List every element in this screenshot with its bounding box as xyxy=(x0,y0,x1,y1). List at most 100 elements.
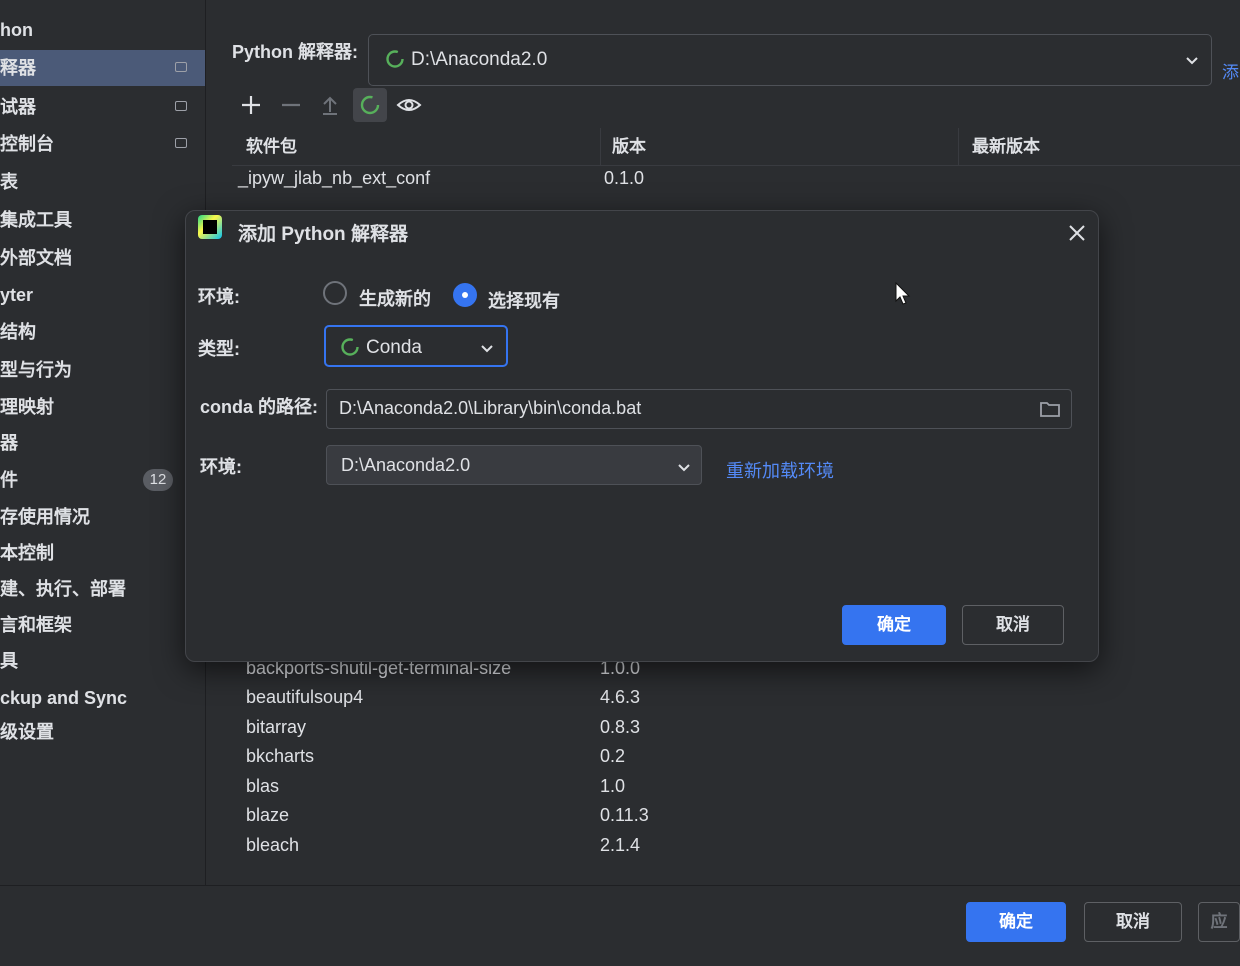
environment-value: D:\Anaconda2.0 xyxy=(341,455,471,475)
package-name: bleach xyxy=(246,835,300,855)
sidebar-item-integrated-tools[interactable]: 集成工具 xyxy=(0,202,205,238)
sidebar-item-label: 型与行为 xyxy=(0,360,72,380)
sidebar-item-plugins[interactable]: 件 12 xyxy=(0,462,205,498)
sidebar-item-editor[interactable]: 器 xyxy=(0,425,205,461)
sidebar-item-label: 释器 xyxy=(0,58,36,78)
eye-icon[interactable] xyxy=(392,88,426,122)
sidebar-item-appearance-behavior[interactable]: 型与行为 xyxy=(0,352,205,388)
settings-sidebar: hon 释器 试器 控制台 表 集成工具 外部文档 yter 结构 型与行为 理… xyxy=(0,0,206,965)
sidebar-item-version-control[interactable]: 本控制 xyxy=(0,535,205,571)
sidebar-item-label: 外部文档 xyxy=(0,248,72,268)
package-name: bkcharts xyxy=(246,746,315,766)
pycharm-logo-icon xyxy=(198,215,222,239)
table-row[interactable]: blaze 0.11.3 xyxy=(232,805,1240,834)
environment-select[interactable]: D:\Anaconda2.0 xyxy=(326,445,702,485)
radio-generate-new[interactable] xyxy=(323,281,347,305)
folder-icon[interactable] xyxy=(1039,400,1061,423)
conda-spinner-icon xyxy=(385,49,405,74)
close-icon[interactable] xyxy=(1068,223,1086,243)
sidebar-item-label: 建、执行、部署 xyxy=(0,579,126,599)
environment-label: 环境: xyxy=(198,287,240,307)
sidebar-item-label: ckup and Sync xyxy=(0,688,128,708)
type-label: 类型: xyxy=(198,339,240,359)
add-interpreter-dialog: 添加 Python 解释器 环境: 生成新的 选择现有 类型: Conda co… xyxy=(185,210,1099,662)
sidebar-item-tools[interactable]: 具 xyxy=(0,643,205,679)
conda-spinner-icon[interactable] xyxy=(353,88,387,122)
table-row[interactable]: _ipyw_jlab_nb_ext_conf 0.1.0 xyxy=(232,168,1240,197)
dialog-title: 添加 Python 解释器 xyxy=(238,224,408,245)
table-row[interactable]: bleach 2.1.4 xyxy=(232,835,1240,864)
sidebar-item-backup-sync[interactable]: ckup and Sync xyxy=(0,680,205,716)
package-name: bitarray xyxy=(246,717,307,737)
sidebar-item-label: 表 xyxy=(0,172,18,192)
sidebar-item-memory-usage[interactable]: 存使用情况 xyxy=(0,499,205,535)
column-header-version[interactable]: 版本 xyxy=(600,128,958,166)
package-version: 0.1.0 xyxy=(604,168,645,188)
dialog-ok-button[interactable]: 确定 xyxy=(842,605,946,645)
sidebar-item-structure[interactable]: 结构 xyxy=(0,314,205,350)
sidebar-item-label: 结构 xyxy=(0,322,36,342)
add-interpreter-link[interactable]: 添 xyxy=(1222,58,1239,83)
interpreter-select[interactable]: D:\Anaconda2.0 xyxy=(368,34,1212,86)
sidebar-item-build-execution[interactable]: 建、执行、部署 xyxy=(0,571,205,607)
upload-icon[interactable] xyxy=(313,88,347,122)
chevron-down-icon xyxy=(480,341,494,359)
package-version: 2.1.4 xyxy=(600,835,641,855)
sidebar-item-label: 器 xyxy=(0,433,18,453)
sidebar-item-label: 言和框架 xyxy=(0,615,72,635)
table-row[interactable]: bkcharts 0.2 xyxy=(232,746,1240,775)
package-name: _ipyw_jlab_nb_ext_conf xyxy=(238,168,431,188)
conda-path-value: D:\Anaconda2.0\Library\bin\conda.bat xyxy=(339,398,642,418)
sidebar-item-python[interactable]: hon xyxy=(0,12,205,48)
plugins-count-badge: 12 xyxy=(143,469,173,491)
sidebar-item-interpreter[interactable]: 释器 xyxy=(0,50,205,86)
package-name: beautifulsoup4 xyxy=(246,687,364,707)
sidebar-item-console[interactable]: 控制台 xyxy=(0,126,205,162)
sidebar-item-advanced-settings[interactable]: 级设置 xyxy=(0,714,205,750)
sidebar-item-label: 本控制 xyxy=(0,543,54,563)
type-value: Conda xyxy=(366,337,422,358)
package-name: blas xyxy=(246,776,280,796)
table-row[interactable]: beautifulsoup4 4.6.3 xyxy=(232,687,1240,716)
column-header-package[interactable]: 软件包 xyxy=(232,128,600,166)
conda-path-label: conda 的路径: xyxy=(200,397,319,417)
package-name: blaze xyxy=(246,805,290,825)
plus-icon[interactable] xyxy=(234,88,268,122)
sidebar-item-table[interactable]: 表 xyxy=(0,164,205,200)
sidebar-item-label: 级设置 xyxy=(0,722,54,742)
sidebar-item-jupyter[interactable]: yter xyxy=(0,277,205,313)
table-row[interactable]: blas 1.0 xyxy=(232,776,1240,805)
package-version: 0.2 xyxy=(600,746,626,766)
minus-icon[interactable] xyxy=(274,88,308,122)
environment-select-label: 环境: xyxy=(200,457,242,477)
table-row[interactable]: backports-shutil-get-terminal-size 1.0.0 xyxy=(232,658,1240,687)
package-version: 0.8.3 xyxy=(600,717,641,737)
ok-button[interactable]: 确定 xyxy=(966,902,1066,942)
column-header-latest[interactable]: 最新版本 xyxy=(958,128,1240,166)
radio-generate-new-label[interactable]: 生成新的 xyxy=(359,285,431,311)
dialog-cancel-button[interactable]: 取消 xyxy=(962,605,1064,645)
sidebar-item-keymap[interactable]: 理映射 xyxy=(0,389,205,425)
sidebar-item-label: 集成工具 xyxy=(0,210,72,230)
sidebar-item-debugger[interactable]: 试器 xyxy=(0,89,205,125)
chevron-down-icon xyxy=(677,460,691,478)
sidebar-item-label: hon xyxy=(0,20,33,40)
table-row[interactable]: bitarray 0.8.3 xyxy=(232,717,1240,746)
sidebar-item-external-docs[interactable]: 外部文档 xyxy=(0,240,205,276)
conda-path-field[interactable]: D:\Anaconda2.0\Library\bin\conda.bat xyxy=(326,389,1072,429)
radio-select-existing[interactable] xyxy=(453,283,477,307)
cancel-button[interactable]: 取消 xyxy=(1084,902,1182,942)
radio-select-existing-label[interactable]: 选择现有 xyxy=(488,287,560,313)
interpreter-value: D:\Anaconda2.0 xyxy=(411,49,548,70)
reload-environments-link[interactable]: 重新加载环境 xyxy=(726,457,834,483)
package-version: 4.6.3 xyxy=(600,687,641,707)
conda-spinner-icon xyxy=(340,337,360,362)
sidebar-item-label: 具 xyxy=(0,651,18,671)
apply-button[interactable]: 应 xyxy=(1198,902,1240,942)
sidebar-item-label: 试器 xyxy=(0,97,36,117)
sidebar-item-languages[interactable]: 言和框架 xyxy=(0,607,205,643)
sidebar-item-label: 理映射 xyxy=(0,397,54,417)
sidebar-item-label: 控制台 xyxy=(0,134,54,154)
type-select[interactable]: Conda xyxy=(324,325,508,367)
project-scope-icon xyxy=(175,138,187,148)
